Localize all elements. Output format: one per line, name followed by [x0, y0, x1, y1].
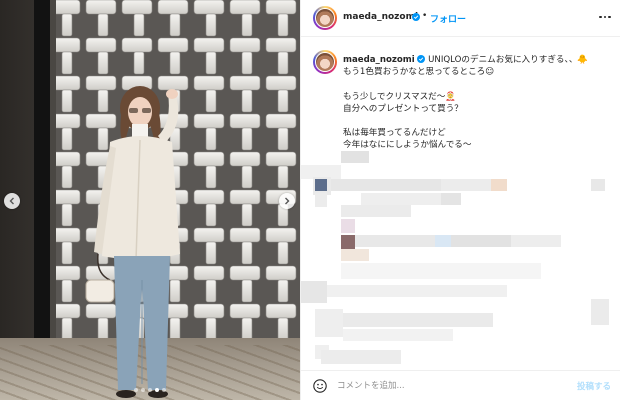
verified-badge-icon	[417, 55, 426, 63]
censored-comments	[301, 145, 620, 370]
carousel-dot	[141, 388, 145, 392]
comment-input[interactable]	[337, 378, 557, 394]
carousel-prev-button[interactable]	[4, 193, 20, 209]
comment-bar: 投稿する	[301, 370, 620, 400]
carousel-next-button[interactable]	[279, 193, 295, 209]
caption-text: maeda_nozomi UNIQLOのデニムお気に入りすぎる、、🐥 もう1色買…	[343, 54, 613, 152]
carousel-dot	[162, 388, 166, 392]
verified-badge-icon	[412, 13, 420, 21]
chevron-right-icon	[285, 197, 290, 205]
follow-button[interactable]: フォロー	[430, 12, 466, 25]
emoji-smiley-icon[interactable]	[313, 379, 327, 393]
carousel-dot	[134, 388, 138, 392]
header-username[interactable]: maeda_nozomi	[343, 12, 418, 22]
post-comment-button[interactable]: 投稿する	[577, 380, 611, 392]
caption-body: UNIQLOのデニムお気に入りすぎる、、🐥 もう1色買おうかなと思ってるところ☺…	[343, 55, 589, 151]
post-photo[interactable]	[0, 0, 300, 400]
post-side-panel: maeda_nozomi • フォロー maeda_nozomi UNIQLOの…	[300, 0, 620, 400]
carousel-indicator	[0, 388, 300, 392]
photo-pillar	[34, 0, 50, 345]
carousel-dot	[148, 388, 152, 392]
caption-avatar[interactable]	[313, 50, 337, 74]
carousel-dot-active	[155, 388, 159, 392]
photo-person	[85, 86, 180, 398]
header-separator: •	[422, 11, 428, 21]
chevron-left-icon	[9, 197, 14, 205]
caption-username[interactable]: maeda_nozomi	[343, 55, 415, 65]
avatar[interactable]	[313, 6, 337, 30]
post-header: maeda_nozomi • フォロー	[301, 0, 620, 37]
more-options-icon[interactable]	[598, 12, 612, 22]
